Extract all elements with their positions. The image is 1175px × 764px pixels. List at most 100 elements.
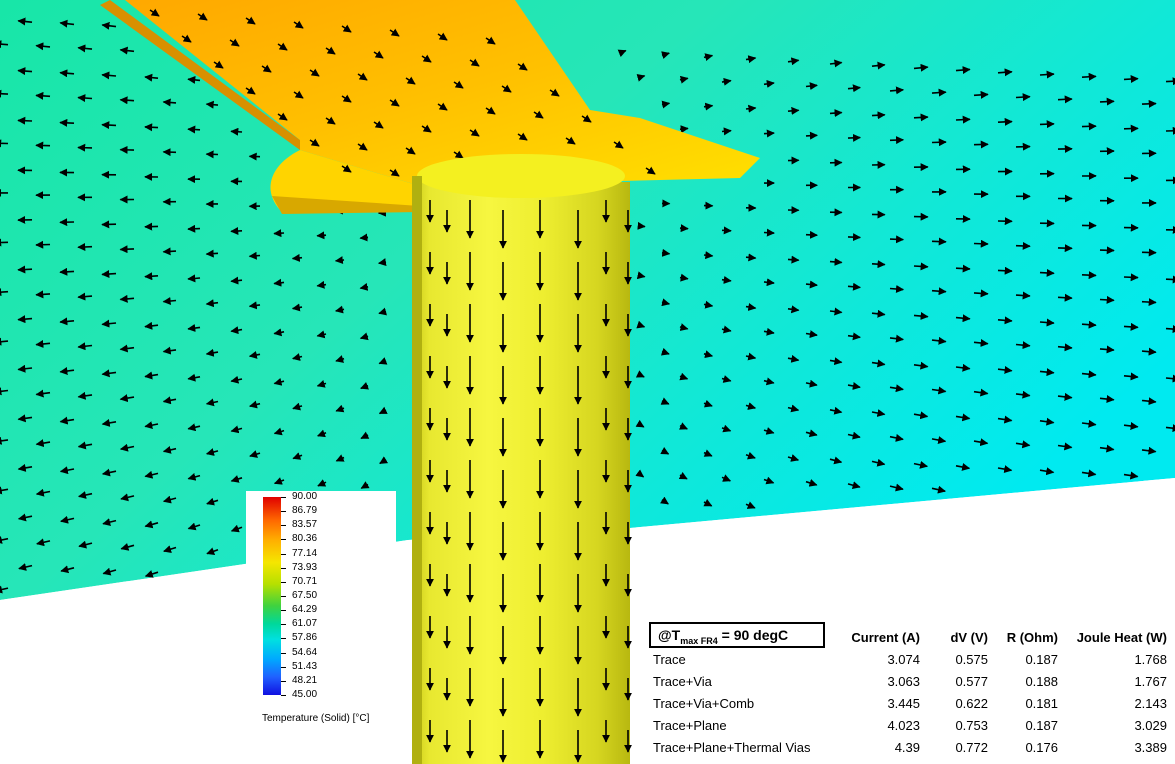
legend-tick-label: 73.93	[292, 561, 318, 573]
vector-arrow	[829, 109, 843, 118]
vector-arrow	[661, 248, 671, 257]
vector-arrow	[973, 90, 989, 99]
vector-arrow	[889, 284, 905, 293]
legend-tick-mark	[281, 581, 286, 583]
legend-tick-label: 51.43	[292, 660, 318, 672]
row-label: Trace+Via	[653, 673, 712, 689]
row-label: Trace+Plane+Thermal Vias	[653, 739, 811, 755]
vector-arrow	[1165, 325, 1175, 334]
vector-arrow	[997, 68, 1013, 77]
header-dv: dV (V)	[950, 629, 988, 645]
vector-arrow	[889, 86, 905, 95]
vector-arrow	[17, 315, 33, 324]
row-value: 0.772	[955, 739, 988, 755]
vector-arrow	[35, 290, 51, 299]
results-table: Current (A) dV (V) R (Ohm) Joule Heat (W…	[647, 626, 1167, 758]
vector-arrow	[955, 264, 971, 273]
vector-arrow	[1099, 295, 1115, 304]
vector-arrow	[1141, 347, 1157, 356]
via-top	[417, 154, 625, 198]
row-value: 0.753	[955, 717, 988, 733]
vector-arrow	[77, 242, 93, 251]
vector-arrow	[1099, 345, 1115, 354]
vector-arrow	[997, 117, 1013, 126]
row-value: 0.187	[1025, 651, 1058, 667]
vector-arrow	[679, 125, 689, 134]
vector-arrow	[847, 282, 861, 291]
legend-tick-label: 54.64	[292, 646, 318, 658]
vector-arrow	[913, 262, 929, 271]
row-value: 3.445	[887, 695, 920, 711]
legend-tick-label: 77.14	[292, 547, 318, 559]
legend-tick-label: 83.57	[292, 519, 318, 531]
vector-arrow	[230, 127, 243, 136]
vector-arrow	[35, 91, 51, 100]
legend-tick-label: 57.86	[292, 632, 318, 644]
vector-arrow	[1165, 77, 1175, 86]
vector-arrow	[931, 88, 947, 97]
vector-arrow	[745, 104, 757, 113]
vector-arrow	[721, 127, 732, 136]
legend-tick-mark	[281, 652, 286, 654]
vector-arrow	[871, 111, 886, 120]
vector-arrow	[59, 69, 75, 78]
table-row: Trace+Plane 4.023 0.753 0.187 3.029	[647, 714, 1167, 736]
via-barrel	[412, 182, 630, 764]
legend-tick-label: 67.50	[292, 590, 318, 601]
vector-arrow	[119, 96, 135, 105]
vector-arrow	[144, 272, 159, 281]
vector-arrow	[291, 253, 303, 262]
vector-arrow	[763, 278, 775, 287]
vector-arrow	[931, 237, 947, 246]
vector-arrow	[913, 113, 929, 122]
vector-arrow	[997, 266, 1013, 275]
legend-tick-mark	[281, 695, 286, 696]
vector-arrow	[1057, 293, 1073, 302]
vector-arrow	[997, 316, 1013, 325]
vector-arrow	[763, 228, 775, 237]
row-value: 0.188	[1025, 673, 1058, 689]
row-value: 0.622	[955, 695, 988, 711]
vector-arrow	[805, 131, 818, 140]
vector-arrow	[787, 255, 800, 264]
row-value: 1.767	[1134, 673, 1167, 689]
vector-arrow	[0, 89, 9, 98]
vector-arrow	[144, 123, 159, 132]
vector-arrow	[248, 251, 261, 260]
vector-arrow	[1081, 271, 1097, 280]
vector-arrow	[101, 121, 117, 130]
vector-arrow	[77, 292, 93, 301]
legend-tick-mark	[281, 567, 286, 569]
vector-arrow	[703, 251, 714, 260]
vector-arrow	[59, 118, 75, 127]
vector-arrow	[101, 270, 117, 279]
vector-arrow	[205, 249, 219, 258]
vector-arrow	[17, 67, 33, 76]
vector-arrow	[745, 253, 757, 262]
vector-arrow	[59, 267, 75, 276]
row-value: 0.577	[955, 673, 988, 689]
vector-arrow	[273, 229, 285, 238]
row-label: Trace+Plane	[653, 717, 727, 733]
legend-tick-mark	[281, 553, 286, 555]
vector-arrow	[17, 265, 33, 274]
vector-arrow	[119, 245, 135, 254]
vector-arrow	[1015, 291, 1031, 300]
legend-tick-mark	[281, 610, 286, 612]
header-joule: Joule Heat (W)	[1076, 629, 1167, 645]
table-header-row: Current (A) dV (V) R (Ohm) Joule Heat (W…	[647, 626, 1167, 648]
row-label: Trace	[653, 651, 686, 667]
vector-arrow	[1123, 322, 1139, 331]
header-spacer	[647, 626, 837, 648]
table-row: Trace+Via 3.063 0.577 0.188 1.767	[647, 670, 1167, 692]
vector-arrow	[0, 288, 9, 297]
vector-arrow	[829, 257, 843, 266]
vector-arrow	[1039, 318, 1055, 327]
row-value: 3.389	[1134, 739, 1167, 755]
vector-arrow	[187, 274, 201, 283]
header-r: R (Ohm)	[1006, 629, 1058, 645]
row-value: 3.063	[887, 673, 920, 689]
vector-arrow	[230, 276, 243, 285]
vector-arrow	[1099, 97, 1115, 106]
legend-tick-mark	[281, 539, 286, 541]
